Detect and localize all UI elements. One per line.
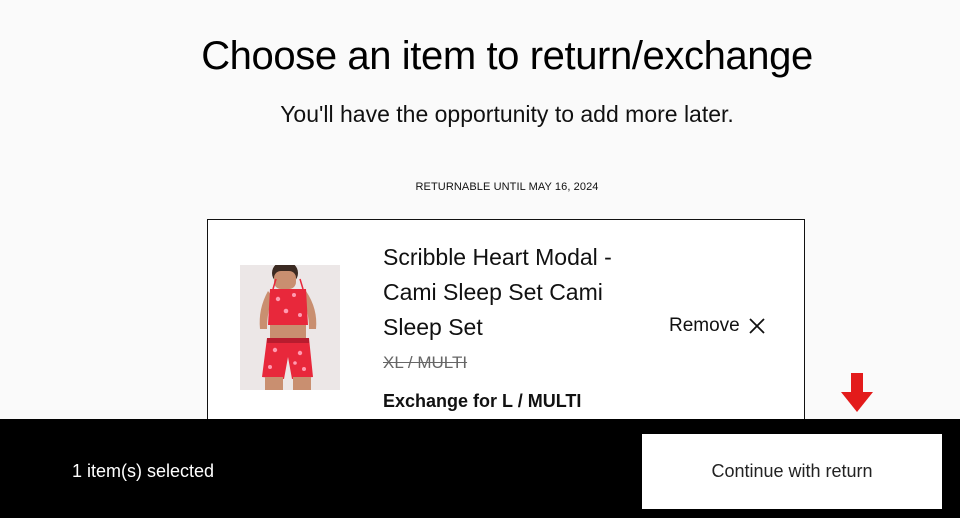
return-exchange-page: Choose an item to return/exchange You'll… [0, 0, 960, 518]
selected-count: 1 item(s) selected [72, 461, 215, 481]
selection-footer: 1 item(s) selected Continue with return [0, 419, 960, 518]
arrow-down-icon [840, 373, 874, 413]
original-variant: XL / MULTI [383, 353, 468, 372]
exchange-variant: Exchange for L / MULTI [383, 391, 582, 411]
remove-button[interactable]: Remove [669, 315, 766, 337]
product-image-graphic [240, 265, 340, 390]
continue-with-return-button[interactable]: Continue with return [642, 434, 942, 509]
return-item-card[interactable]: Scribble Heart Modal - Cami Sleep Set Ca… [207, 219, 805, 449]
product-image [240, 265, 340, 390]
close-icon [748, 317, 766, 335]
page-title: Choose an item to return/exchange [201, 34, 813, 78]
page-subtitle: You'll have the opportunity to add more … [280, 101, 734, 127]
product-name: Scribble Heart Modal - Cami Sleep Set Ca… [383, 244, 612, 340]
remove-button-label: Remove [669, 315, 740, 336]
returnable-until-label: RETURNABLE UNTIL MAY 16, 2024 [415, 181, 599, 193]
